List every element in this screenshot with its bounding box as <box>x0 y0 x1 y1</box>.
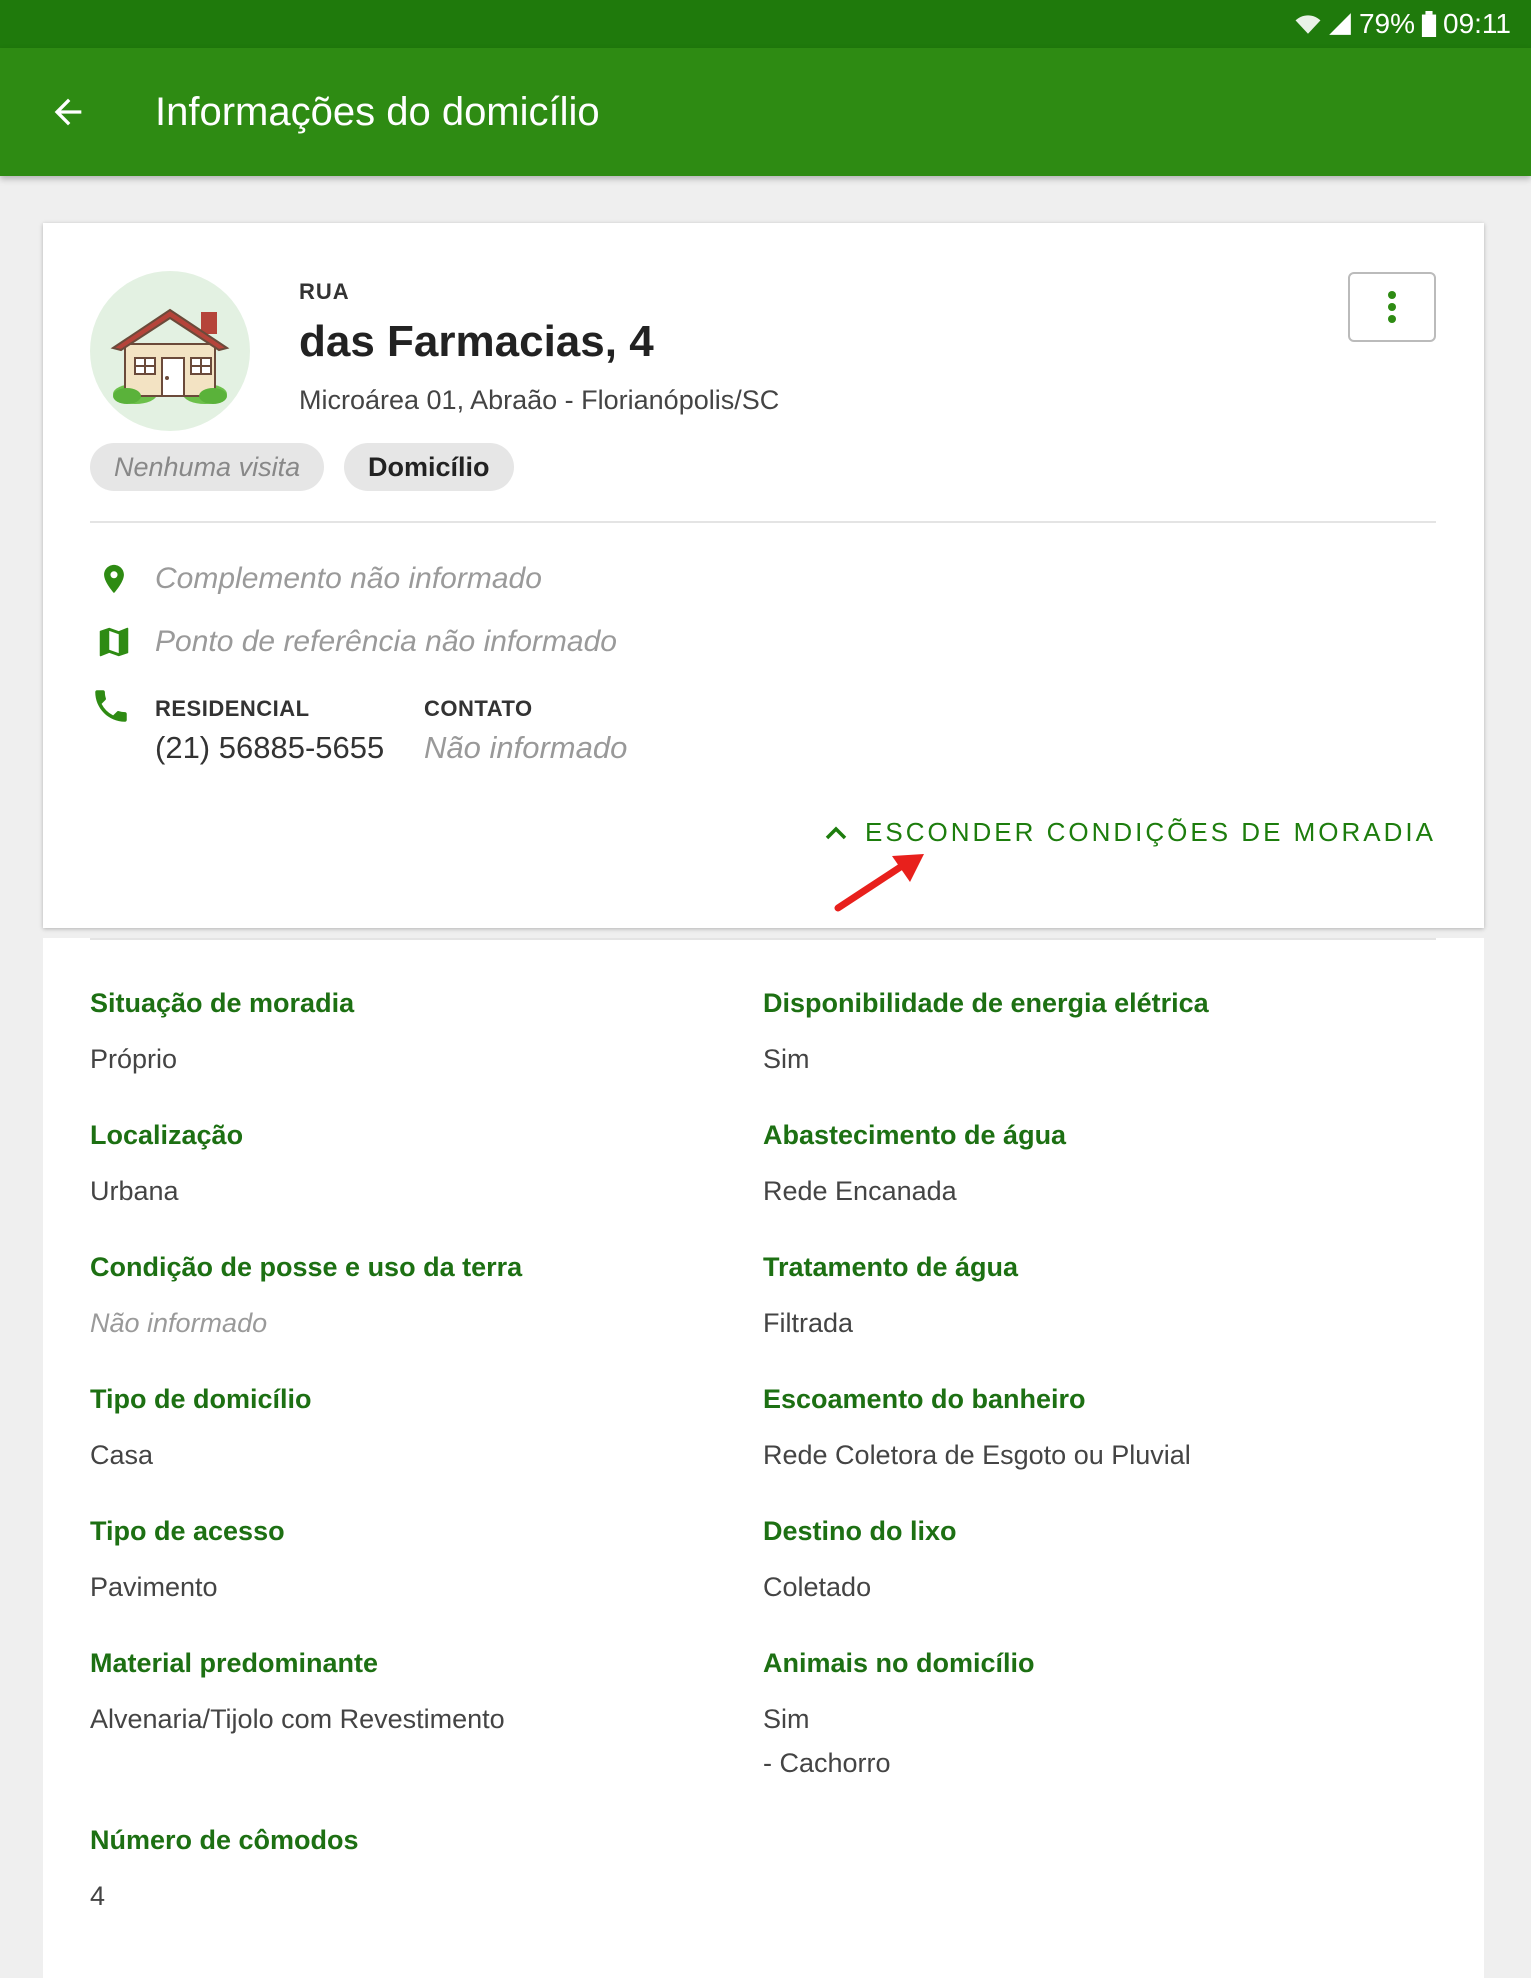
housing-conditions: Situação de moradia Próprio Localização … <box>43 938 1484 1978</box>
field-value: Rede Encanada <box>763 1176 957 1206</box>
contact-label: CONTATO <box>424 696 533 721</box>
type-chip: Domicílio <box>344 443 514 491</box>
field-label: Abastecimento de água <box>763 1120 1067 1150</box>
more-options-button[interactable] <box>1348 272 1436 342</box>
field-land-tenure: Condição de posse e uso da terra Não inf… <box>90 1252 710 1345</box>
reference-row: Ponto de referência não informado <box>90 623 617 661</box>
phone-icon-wrap <box>90 685 132 732</box>
field-value: Rede Coletora de Esgoto ou Pluvial <box>763 1440 1191 1470</box>
household-card: RUA das Farmacias, 4 Microárea 01, Abraã… <box>43 223 1484 928</box>
contact-value: Não informado <box>424 730 628 765</box>
house-icon <box>110 308 230 404</box>
wifi-icon <box>1295 15 1321 34</box>
arrow-left-icon <box>54 98 82 126</box>
reference-text: Ponto de referência não informado <box>155 625 617 658</box>
field-value: Pavimento <box>90 1572 218 1602</box>
field-housing-situation: Situação de moradia Próprio <box>90 988 710 1081</box>
field-animals: Animais no domicílio Sim - Cachorro <box>763 1648 1383 1785</box>
residential-phone: RESIDENCIAL (21) 56885-5655 <box>155 696 384 766</box>
field-value: Urbana <box>90 1176 179 1206</box>
battery-percent: 79% <box>1358 8 1415 39</box>
more-vert-icon <box>1388 291 1396 323</box>
hide-conditions-button[interactable]: ESCONDER CONDIÇÕES DE MORADIA <box>825 817 1436 848</box>
field-label: Animais no domicílio <box>763 1648 1035 1678</box>
field-label: Situação de moradia <box>90 988 355 1018</box>
divider <box>90 521 1436 523</box>
field-label: Condição de posse e uso da terra <box>90 1252 523 1282</box>
field-sewage: Escoamento do banheiro Rede Coletora de … <box>763 1384 1383 1477</box>
field-value-extra: - Cachorro <box>763 1748 891 1778</box>
field-water-treatment: Tratamento de água Filtrada <box>763 1252 1383 1345</box>
contact-phone: CONTATO Não informado <box>424 696 627 766</box>
app-bar: Informações do domicílio <box>0 48 1531 176</box>
street-type: RUA <box>299 279 350 304</box>
annotation-arrow-icon <box>834 854 924 912</box>
field-access-type: Tipo de acesso Pavimento <box>90 1516 710 1609</box>
divider <box>90 938 1436 940</box>
field-garbage: Destino do lixo Coletado <box>763 1516 1383 1609</box>
field-water-supply: Abastecimento de água Rede Encanada <box>763 1120 1383 1213</box>
field-building-material: Material predominante Alvenaria/Tijolo c… <box>90 1648 710 1741</box>
field-value: Não informado <box>90 1308 268 1338</box>
field-label: Disponibilidade de energia elétrica <box>763 988 1209 1018</box>
residential-value: (21) 56885-5655 <box>155 730 385 765</box>
field-value: Sim <box>763 1044 810 1074</box>
field-label: Tratamento de água <box>763 1252 1019 1282</box>
map-icon <box>99 627 129 657</box>
visit-status-chip: Nenhuma visita <box>90 443 325 491</box>
phone-icon <box>95 690 127 722</box>
chevron-up-icon <box>825 826 847 839</box>
complement-text: Complemento não informado <box>155 562 542 595</box>
address-line: Microárea 01, Abraão - Florianópolis/SC <box>299 385 780 415</box>
field-value: Próprio <box>90 1044 178 1074</box>
field-value: Casa <box>90 1440 154 1470</box>
status-bar: 79% 09:11 <box>0 0 1531 48</box>
field-label: Tipo de domicílio <box>90 1384 312 1414</box>
field-room-count: Número de cômodos 4 <box>90 1825 710 1918</box>
field-label: Localização <box>90 1120 244 1150</box>
field-dwelling-type: Tipo de domicílio Casa <box>90 1384 710 1477</box>
field-value: Sim <box>763 1704 810 1734</box>
avatar <box>90 271 250 431</box>
field-location: Localização Urbana <box>90 1120 710 1213</box>
field-label: Material predominante <box>90 1648 379 1678</box>
field-label: Tipo de acesso <box>90 1516 285 1546</box>
hide-conditions-label: ESCONDER CONDIÇÕES DE MORADIA <box>865 817 1436 847</box>
field-electricity: Disponibilidade de energia elétrica Sim <box>763 988 1383 1081</box>
clock: 09:11 <box>1443 8 1511 39</box>
field-value: Alvenaria/Tijolo com Revestimento <box>90 1704 505 1734</box>
field-label: Destino do lixo <box>763 1516 957 1546</box>
street-name: das Farmacias, 4 <box>299 317 654 366</box>
field-label: Número de cômodos <box>90 1825 359 1855</box>
residential-label: RESIDENCIAL <box>155 696 310 721</box>
location-pin-icon <box>104 564 124 594</box>
page-title: Informações do domicílio <box>155 89 600 134</box>
complement-row: Complemento não informado <box>90 559 542 599</box>
field-value: Coletado <box>763 1572 872 1602</box>
field-value: 4 <box>90 1881 106 1911</box>
field-value: Filtrada <box>763 1308 854 1338</box>
battery-icon <box>1421 11 1437 37</box>
field-label: Escoamento do banheiro <box>763 1384 1086 1414</box>
signal-icon <box>1329 13 1351 35</box>
back-button[interactable] <box>28 72 108 152</box>
